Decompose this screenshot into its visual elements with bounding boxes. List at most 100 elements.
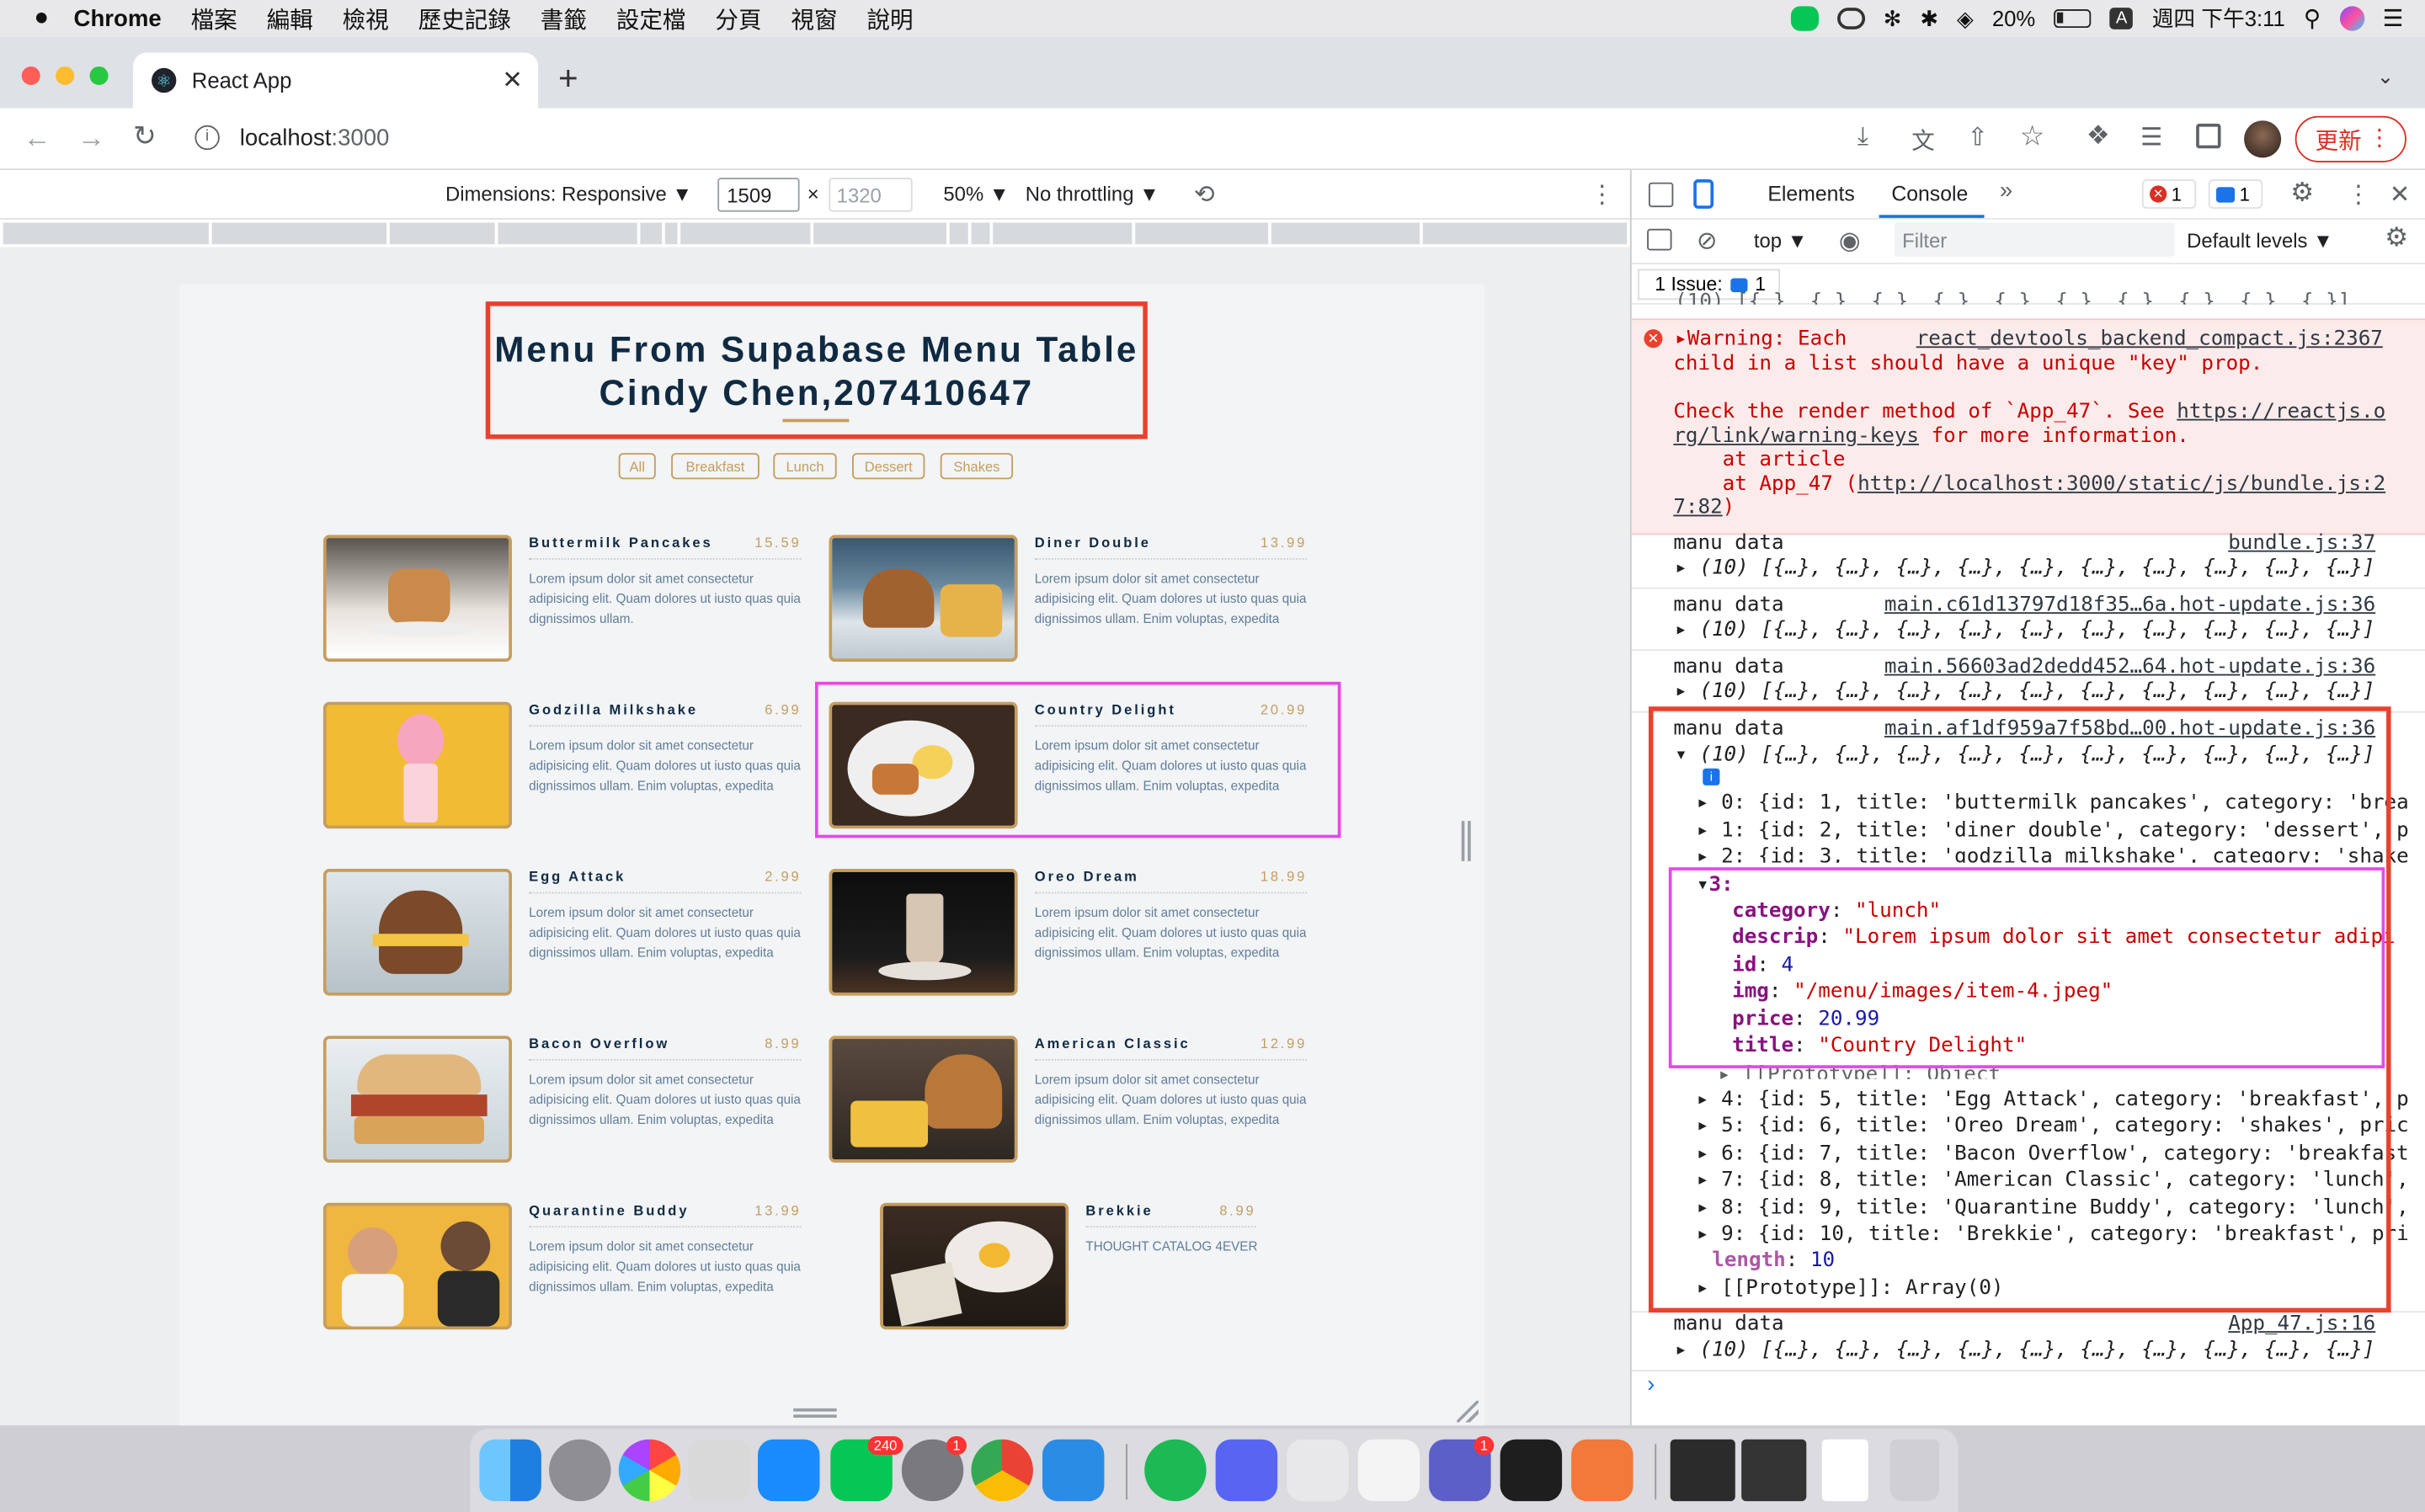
minimized-window-1[interactable] (1670, 1439, 1735, 1502)
warning-keys-link[interactable]: https://reactjs.o (2177, 401, 2385, 424)
input-source-badge[interactable]: A (2109, 8, 2134, 29)
reload-icon[interactable]: ↻ (133, 120, 157, 153)
menu-history[interactable]: 歷史記錄 (418, 3, 511, 35)
zoom-dropdown[interactable]: 50% ▼ (943, 183, 1009, 206)
profile-avatar[interactable] (2244, 120, 2282, 158)
log-array-summary[interactable]: ▸ (10) [{…}, {…}, {…}, {…}, {…}, {…}, {…… (1675, 619, 2374, 642)
log-source-link[interactable]: main.c61d13797d18f35…6a.hot-update.js:36 (1884, 594, 2375, 617)
control-center-icon[interactable]: ☰ (2383, 5, 2404, 32)
settings-gear-icon[interactable]: ⚙ (2290, 178, 2314, 209)
devtools-more-icon[interactable]: ⋮ (2346, 179, 2370, 210)
install-app-icon[interactable]: ⤓ (1857, 124, 1868, 152)
filter-breakfast-button[interactable]: Breakfast (671, 453, 759, 480)
spotlight-search-icon[interactable]: ⚲ (2304, 5, 2321, 32)
message-count-badge[interactable]: 1 (2208, 179, 2263, 209)
menu-file[interactable]: 檔案 (191, 3, 237, 35)
log-array-summary[interactable]: ▸ (10) [{…}, {…}, {…}, {…}, {…}, {…}, {…… (1675, 680, 2374, 704)
window-minimize-button[interactable] (56, 66, 75, 86)
xcode-app-icon[interactable] (1287, 1439, 1349, 1502)
filter-all-button[interactable]: All (618, 453, 656, 480)
simulator-icon[interactable] (1357, 1439, 1420, 1502)
translate-icon[interactable]: 文 (1911, 124, 1935, 157)
screenshot-icon[interactable] (688, 1439, 750, 1502)
media-query-ruler[interactable] (0, 219, 1630, 248)
tab-console[interactable]: Console (1891, 183, 1968, 206)
cloud-status-icon[interactable] (1836, 8, 1865, 29)
log-source-link[interactable]: App_47.js:16 (2228, 1312, 2375, 1336)
launchpad-icon[interactable] (549, 1439, 611, 1502)
clear-console-icon[interactable]: ⊘ (1697, 226, 1718, 257)
reading-list-icon[interactable]: ☰ (2140, 122, 2162, 153)
new-tab-button[interactable]: + (558, 59, 578, 99)
devtools-close-icon[interactable]: ✕ (2390, 179, 2411, 210)
log-array-summary[interactable]: ▸ (10) [{…}, {…}, {…}, {…}, {…}, {…}, {…… (1675, 1339, 2374, 1362)
minimized-window-2[interactable] (1741, 1439, 1807, 1502)
finder-icon[interactable] (479, 1439, 541, 1502)
line-status-icon[interactable] (1790, 6, 1819, 31)
log-source-link[interactable]: main.56603ad2dedd452…64.hot-update.js:36 (1884, 656, 2375, 679)
filter-shakes-button[interactable]: Shakes (940, 453, 1014, 480)
context-selector[interactable]: top ▼ (1754, 229, 1807, 253)
log-array-summary[interactable]: ▸ (10) [{…}, {…}, {…}, {…}, {…}, {…}, {…… (1675, 556, 2374, 580)
photos-icon[interactable] (618, 1439, 681, 1502)
minimized-window-3[interactable] (1821, 1439, 1868, 1502)
viewport-right-resize-handle[interactable] (1461, 821, 1471, 861)
back-icon[interactable]: ← (24, 122, 51, 155)
app-store-icon[interactable] (757, 1439, 820, 1502)
wifi-icon[interactable]: ◈ (1957, 5, 1974, 31)
device-more-icon[interactable]: ⋮ (1590, 179, 1614, 210)
address-bar[interactable]: i localhost:3000 (182, 115, 2073, 162)
pages-icon[interactable] (1571, 1439, 1634, 1502)
bundle-link-cont[interactable]: 7:82 (1673, 496, 1722, 519)
window-zoom-button[interactable] (89, 66, 109, 86)
site-info-icon[interactable]: i (195, 125, 220, 151)
viewport-corner-resize-handle[interactable] (1457, 1400, 1479, 1423)
filter-lunch-button[interactable]: Lunch (773, 453, 837, 480)
menu-window[interactable]: 視窗 (791, 3, 837, 35)
menu-edit[interactable]: 編輯 (267, 3, 313, 35)
tab-elements[interactable]: Elements (1767, 183, 1854, 206)
menu-view[interactable]: 檢視 (343, 3, 389, 35)
viewport-bottom-resize-handle[interactable] (793, 1408, 837, 1418)
bluetooth-icon[interactable]: ✱ (1920, 5, 1938, 31)
console-sidebar-icon[interactable] (1647, 228, 1672, 251)
apple-icon[interactable]: ● (34, 5, 49, 33)
bundle-link[interactable]: http://localhost:3000/static/js/bundle.j… (1857, 473, 2385, 497)
browser-tab[interactable]: ⚛ React App ✕ (132, 52, 539, 109)
console-filter-input[interactable]: Filter (1894, 222, 2175, 257)
siri-icon[interactable] (2339, 6, 2364, 31)
live-expression-eye-icon[interactable]: ◉ (1839, 226, 1861, 257)
menu-bookmarks[interactable]: 書籤 (541, 3, 587, 35)
inspect-element-icon[interactable] (1648, 182, 1674, 208)
height-input[interactable]: 1320 (829, 178, 913, 212)
error-count-badge[interactable]: ✕ 1 (2141, 179, 2197, 209)
vscode-icon[interactable] (1042, 1439, 1105, 1502)
console-settings-icon[interactable]: ⚙ (2385, 222, 2408, 253)
menu-profiles[interactable]: 設定檔 (616, 3, 686, 35)
side-panel-icon[interactable] (2196, 123, 2221, 149)
window-close-button[interactable] (21, 66, 40, 86)
forward-icon[interactable]: → (77, 122, 105, 155)
spotify-icon[interactable] (1144, 1439, 1207, 1502)
share-icon[interactable]: ⇧ (1967, 122, 1988, 153)
filter-dessert-button[interactable]: Dessert (852, 453, 925, 480)
throttling-dropdown[interactable]: No throttling ▼ (1026, 183, 1159, 206)
dimensions-dropdown[interactable]: Dimensions: Responsive ▼ (445, 183, 692, 206)
log-levels-dropdown[interactable]: Default levels ▼ (2187, 229, 2333, 253)
chrome-icon[interactable] (971, 1439, 1033, 1502)
log-source-link[interactable]: bundle.js:37 (2228, 532, 2375, 556)
trash-icon[interactable] (1889, 1439, 1940, 1502)
console-prompt-icon[interactable]: › (1647, 1371, 1655, 1398)
width-input[interactable]: 1509 (717, 178, 800, 212)
more-tabs-icon[interactable]: » (2000, 178, 2012, 204)
bookmark-star-icon[interactable]: ☆ (2020, 120, 2045, 153)
battery-percent[interactable]: 20% (1992, 6, 2035, 30)
menu-app-name[interactable]: Chrome (74, 5, 162, 31)
menu-tab[interactable]: 分頁 (715, 3, 761, 35)
terminal-icon[interactable] (1500, 1439, 1563, 1502)
clock[interactable]: 週四 下午3:11 (2152, 3, 2285, 35)
network-status-icon[interactable]: ✻ (1884, 5, 1902, 31)
update-button[interactable]: 更新 ⋮ (2294, 115, 2406, 162)
device-toggle-icon[interactable] (1693, 179, 1714, 209)
rotate-icon[interactable]: ⟲ (1194, 179, 1215, 210)
